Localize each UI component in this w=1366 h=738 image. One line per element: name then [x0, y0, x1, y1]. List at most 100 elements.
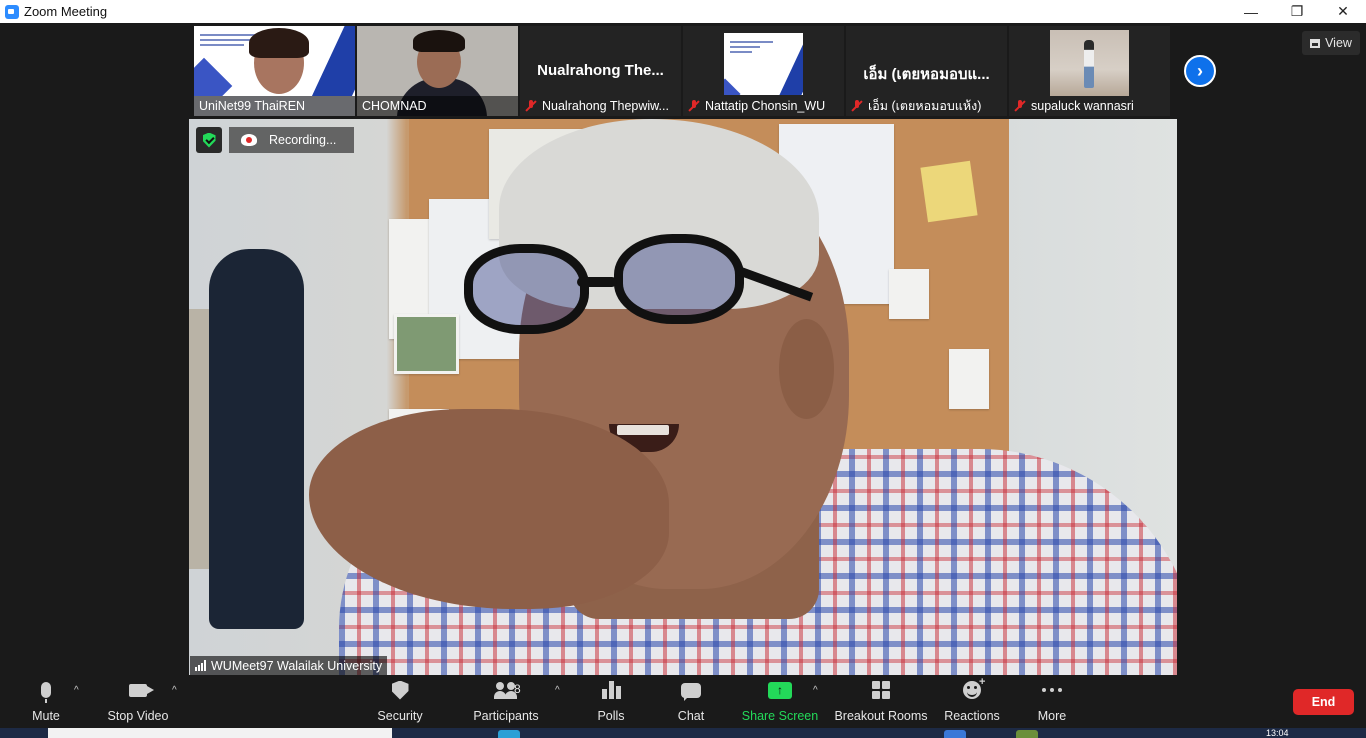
- next-page-button[interactable]: ›: [1184, 55, 1216, 87]
- participant-tile-em[interactable]: เอ็ม (เตยหอมอบแ... เอ็ม (เตยหอมอบแห้ง): [846, 26, 1007, 116]
- participant-name: Nattatip Chonsin_WU: [705, 99, 826, 113]
- speaker-name-label: WUMeet97 Walailak University: [190, 656, 388, 675]
- participant-name: supaluck wannasri: [1031, 99, 1134, 113]
- bar-chart-icon: [601, 681, 621, 699]
- audio-options-caret[interactable]: ^: [74, 685, 79, 696]
- participant-display-name: เอ็ม (เตยหอมอบแ...: [863, 66, 990, 83]
- share-arrow-icon: ↑: [768, 681, 792, 699]
- share-screen-label: Share Screen: [741, 709, 819, 723]
- view-grid-icon: [1310, 38, 1321, 48]
- security-label: Security: [377, 709, 423, 723]
- stop-video-label: Stop Video: [107, 709, 169, 723]
- taskbar-search[interactable]: [48, 728, 392, 738]
- meeting-toolbar: Mute ^ Stop Video ^ Security 8 Participa…: [0, 675, 1366, 728]
- window-controls: — ❐ ✕: [1228, 0, 1366, 23]
- recording-icon: [241, 134, 257, 146]
- speaker-name: WUMeet97 Walailak University: [211, 658, 383, 673]
- close-button[interactable]: ✕: [1320, 0, 1366, 23]
- encryption-shield[interactable]: [196, 127, 222, 153]
- taskbar-clock: 13:04: [1266, 728, 1289, 738]
- wall-photo: [394, 314, 459, 374]
- end-meeting-button[interactable]: End: [1293, 689, 1354, 715]
- participants-label: Participants: [473, 709, 539, 723]
- breakout-rooms-button[interactable]: Breakout Rooms: [834, 675, 928, 728]
- participants-button[interactable]: 8 Participants: [472, 675, 540, 728]
- taskbar-app-icon[interactable]: [944, 730, 966, 738]
- glasses-bridge: [577, 277, 617, 287]
- polls-button[interactable]: Polls: [594, 675, 628, 728]
- os-taskbar: 13:04: [0, 728, 1366, 738]
- hanging-jacket: [209, 249, 304, 629]
- minimize-button[interactable]: —: [1228, 0, 1274, 23]
- participants-count: 8: [514, 682, 521, 696]
- participant-name: UniNet99 ThaiREN: [194, 96, 355, 116]
- view-label: View: [1325, 36, 1352, 50]
- sticky-note: [920, 160, 978, 223]
- mic-muted-icon: [1014, 100, 1026, 112]
- more-button[interactable]: More: [1036, 675, 1068, 728]
- participant-tile-nattatip[interactable]: Nattatip Chonsin_WU: [683, 26, 844, 116]
- slide-thumbnail: [724, 33, 803, 95]
- chat-bubble-icon: [681, 682, 701, 701]
- zoom-app-icon: [5, 4, 19, 19]
- participant-name-bar: supaluck wannasri: [1009, 96, 1170, 116]
- participant-name: CHOMNAD: [357, 96, 518, 116]
- mic-muted-icon: [525, 100, 537, 112]
- participants-options-caret[interactable]: ^: [555, 685, 560, 696]
- ear: [779, 319, 834, 419]
- microphone-icon: [41, 682, 51, 703]
- gallery-strip: UniNet99 ThaiREN CHOMNAD Nualrahong The.…: [194, 26, 1170, 116]
- participant-hair: [413, 30, 465, 52]
- participant-name-bar: Nattatip Chonsin_WU: [683, 96, 844, 116]
- participant-name: เอ็ม (เตยหอมอบแห้ง): [868, 99, 982, 113]
- chat-label: Chat: [677, 709, 705, 723]
- breakout-rooms-label: Breakout Rooms: [834, 709, 928, 723]
- polls-label: Polls: [597, 709, 625, 723]
- view-button[interactable]: View: [1302, 31, 1360, 55]
- active-speaker-video: [189, 119, 1177, 675]
- shield-check-icon: [202, 132, 216, 148]
- participant-name: Nualrahong Thepwiw...: [542, 99, 669, 113]
- participant-tile-chomnad[interactable]: CHOMNAD: [357, 26, 518, 116]
- shield-icon: [391, 680, 409, 700]
- glasses-lens-left: [464, 244, 589, 334]
- signal-strength-icon: [195, 660, 206, 671]
- restore-button[interactable]: ❐: [1274, 0, 1320, 23]
- meeting-area: UniNet99 ThaiREN CHOMNAD Nualrahong The.…: [0, 23, 1366, 675]
- participant-name-bar: เอ็ม (เตยหอมอบแห้ง): [846, 96, 1007, 116]
- title-bar: Zoom Meeting — ❐ ✕: [0, 0, 1366, 23]
- glasses-lens-right: [614, 234, 744, 324]
- mic-muted-icon: [851, 100, 863, 112]
- security-button[interactable]: Security: [374, 675, 426, 728]
- mute-label: Mute: [32, 709, 60, 723]
- wall-paper: [949, 349, 989, 409]
- mute-button[interactable]: Mute: [28, 675, 64, 728]
- profile-photo: [1050, 30, 1129, 96]
- plus-icon: +: [979, 676, 986, 688]
- participant-tile-nualrahong[interactable]: Nualrahong The... Nualrahong Thepwiw...: [520, 26, 681, 116]
- share-options-caret[interactable]: ^: [813, 685, 818, 696]
- participant-tile-unitnet99[interactable]: UniNet99 ThaiREN: [194, 26, 355, 116]
- window-title: Zoom Meeting: [24, 4, 108, 19]
- chevron-right-icon: ›: [1197, 60, 1203, 81]
- share-screen-button[interactable]: ↑ Share Screen: [742, 675, 818, 728]
- reactions-button[interactable]: + Reactions: [944, 675, 1000, 728]
- video-camera-icon: [129, 683, 154, 697]
- recording-indicator[interactable]: Recording...: [229, 127, 354, 153]
- recording-label: Recording...: [269, 133, 337, 147]
- participant-tile-supaluck[interactable]: supaluck wannasri: [1009, 26, 1170, 116]
- participant-hair: [249, 28, 309, 58]
- more-dots-icon: [1042, 688, 1062, 692]
- teeth: [617, 425, 669, 435]
- taskbar-app-icon[interactable]: [1016, 730, 1038, 738]
- video-options-caret[interactable]: ^: [172, 685, 177, 696]
- chat-button[interactable]: Chat: [676, 675, 706, 728]
- taskbar-app-icon[interactable]: [498, 730, 520, 738]
- stop-video-button[interactable]: Stop Video: [104, 675, 172, 728]
- reactions-label: Reactions: [944, 709, 1000, 723]
- wall-paper: [889, 269, 929, 319]
- breakout-rooms-icon: [872, 681, 890, 699]
- mic-muted-icon: [688, 100, 700, 112]
- more-label: More: [1037, 709, 1067, 723]
- participant-display-name: Nualrahong The...: [537, 62, 664, 79]
